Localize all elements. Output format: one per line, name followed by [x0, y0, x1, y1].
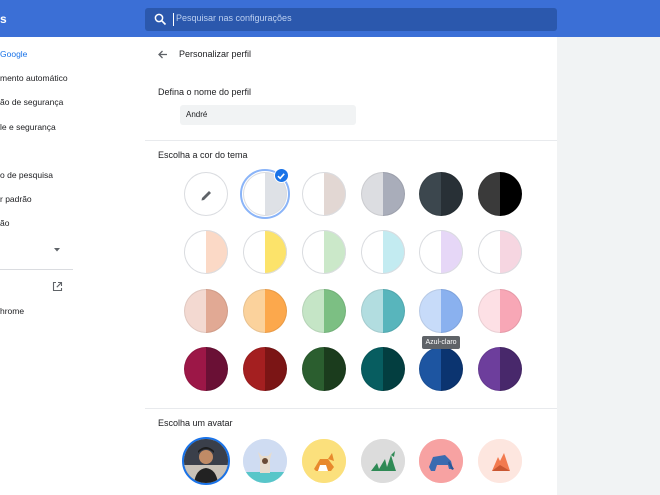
sidebar-item-privacy[interactable]: le e segurança	[0, 122, 56, 132]
theme-swatch-red[interactable]	[243, 347, 287, 391]
theme-color-label: Escolha a cor do tema	[158, 150, 248, 160]
theme-swatch-custom-color[interactable]	[184, 172, 228, 216]
theme-swatch-grey[interactable]	[361, 172, 405, 216]
profile-name-label: Defina o nome do perfil	[158, 87, 252, 97]
settings-search-box[interactable]: Pesquisar nas configurações	[145, 8, 557, 31]
external-link-icon[interactable]	[52, 281, 63, 292]
avatar-fox[interactable]	[302, 439, 346, 483]
app-title-fragment: s	[0, 12, 7, 26]
avatar-user-photo[interactable]	[184, 439, 228, 483]
avatar-cat[interactable]	[243, 439, 287, 483]
back-arrow-icon[interactable]	[157, 49, 168, 60]
avatar-label: Escolha um avatar	[158, 418, 233, 428]
theme-swatch-light-pink[interactable]	[478, 289, 522, 333]
sidebar-item-default-browser[interactable]: r padrão	[0, 194, 32, 204]
text-caret	[173, 13, 174, 26]
theme-swatch-mid-green[interactable]	[302, 289, 346, 333]
theme-swatch-cyan[interactable]	[361, 289, 405, 333]
profile-name-field[interactable]: André	[180, 105, 356, 125]
sidebar-item-safety-check[interactable]: ão de segurança	[0, 97, 63, 107]
sidebar-item-search-engine[interactable]: o de pesquisa	[0, 170, 53, 180]
page-title: Personalizar perfil	[179, 49, 252, 59]
settings-sidebar: Google mento automático ão de segurança …	[0, 37, 145, 495]
theme-swatch-yellow[interactable]	[243, 230, 287, 274]
theme-swatch-light-teal[interactable]	[361, 230, 405, 274]
checkmark-icon	[274, 168, 289, 183]
theme-swatch-orange[interactable]	[243, 289, 287, 333]
theme-swatch-beige-peach[interactable]	[184, 230, 228, 274]
theme-swatch-light-blue[interactable]	[419, 289, 463, 333]
theme-swatch-peach[interactable]	[184, 289, 228, 333]
section-divider	[145, 408, 557, 409]
theme-swatch-light-purple[interactable]	[419, 230, 463, 274]
section-divider	[145, 140, 557, 141]
theme-swatch-dark-green[interactable]	[302, 347, 346, 391]
search-placeholder[interactable]: Pesquisar nas configurações	[176, 13, 292, 23]
avatar-origami-fox[interactable]	[478, 439, 522, 483]
theme-swatch-green[interactable]	[302, 230, 346, 274]
sidebar-divider	[0, 269, 73, 270]
sidebar-item-google[interactable]: Google	[0, 49, 27, 59]
theme-swatch-warm-grey[interactable]	[302, 172, 346, 216]
avatar-elephant[interactable]	[419, 439, 463, 483]
search-icon	[154, 13, 167, 26]
theme-swatch-dark-teal[interactable]	[419, 172, 463, 216]
avatar-dragon[interactable]	[361, 439, 405, 483]
theme-swatch-violet[interactable]	[478, 347, 522, 391]
sidebar-item-autofill[interactable]: mento automático	[0, 73, 68, 83]
color-tooltip: Azul-claro	[422, 336, 460, 349]
chevron-down-icon[interactable]	[53, 247, 61, 253]
theme-swatch-pink[interactable]	[478, 230, 522, 274]
pencil-icon	[201, 191, 211, 201]
sidebar-item-about-chrome[interactable]: hrome	[0, 306, 24, 316]
theme-swatch-black[interactable]	[478, 172, 522, 216]
customize-profile-card: Personalizar perfil Defina o nome do per…	[145, 37, 557, 495]
top-bar: s Pesquisar nas configurações	[0, 0, 660, 37]
theme-swatch-dark-cyan[interactable]	[361, 347, 405, 391]
sidebar-item-on-startup[interactable]: ão	[0, 218, 9, 228]
theme-swatch-dark-blue[interactable]	[419, 347, 463, 391]
theme-swatch-magenta[interactable]	[184, 347, 228, 391]
